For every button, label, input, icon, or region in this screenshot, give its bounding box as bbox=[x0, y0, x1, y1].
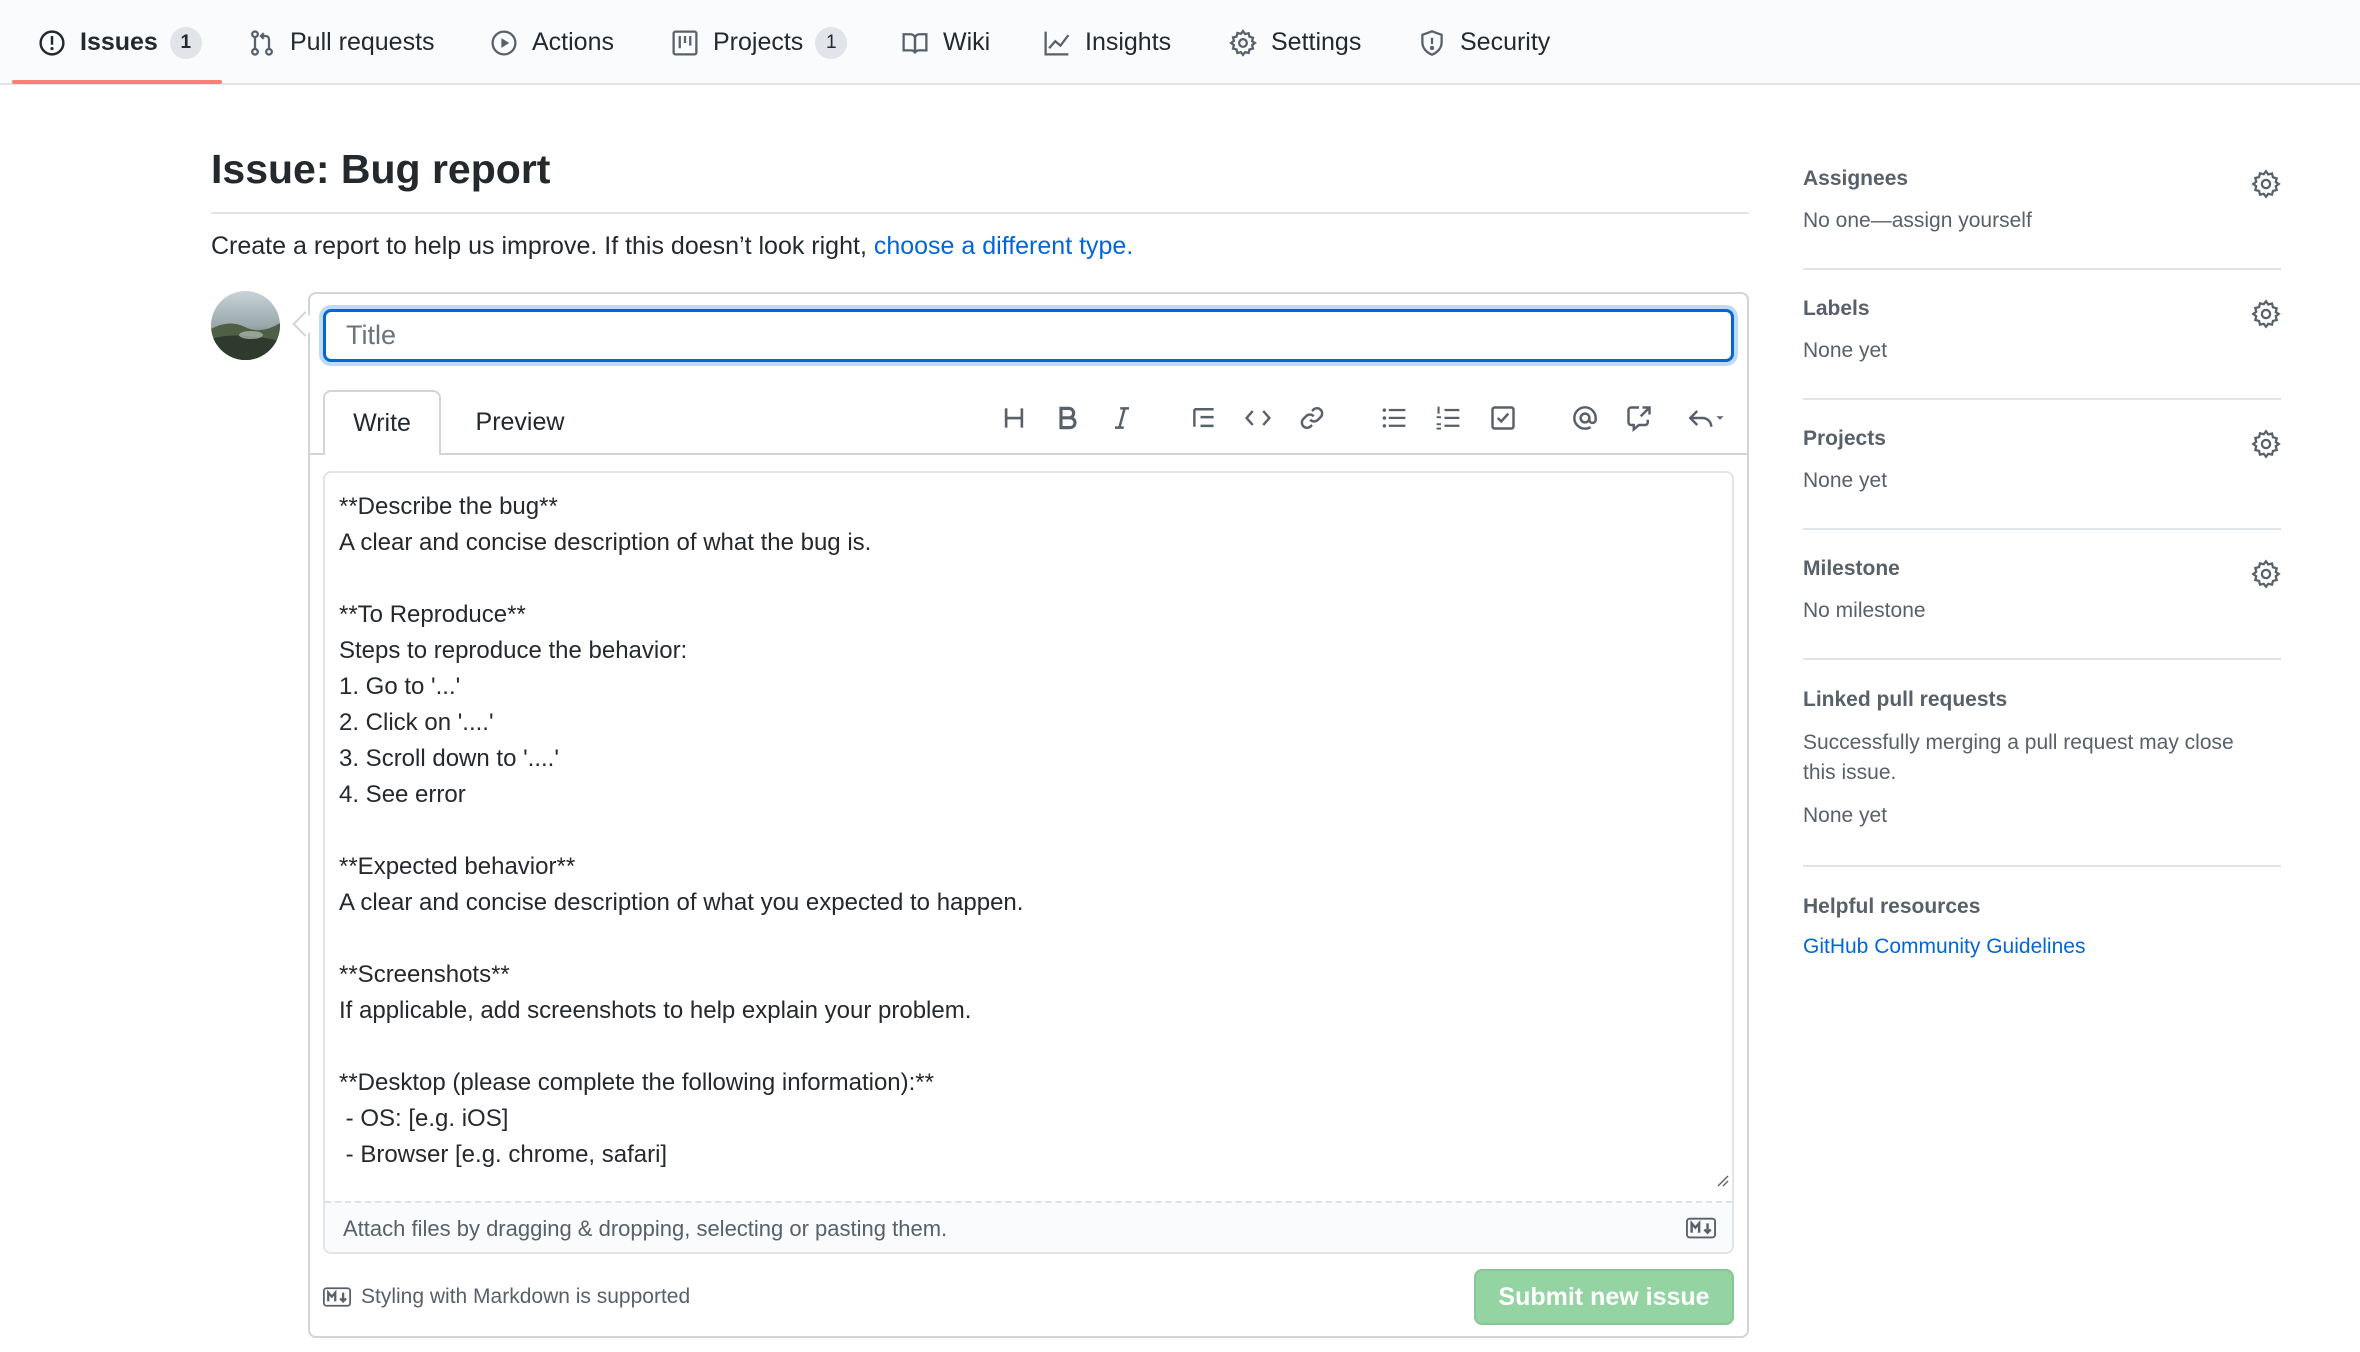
tab-wiki[interactable]: Wiki bbox=[901, 0, 990, 85]
link-icon[interactable] bbox=[1292, 398, 1332, 438]
tab-security-label: Security bbox=[1460, 28, 1551, 56]
issue-opened-icon bbox=[38, 29, 66, 57]
gear-icon[interactable] bbox=[2251, 169, 2281, 199]
graph-icon bbox=[1043, 29, 1071, 57]
linked-prs-description-line1: Successfully merging a pull request may … bbox=[1803, 731, 2234, 754]
sidebar-linked-pull-requests: Linked pull requests Successfully mergin… bbox=[1803, 688, 2281, 838]
sidebar-divider bbox=[1803, 268, 2281, 270]
tab-security[interactable]: Security bbox=[1418, 0, 1550, 85]
helpful-resources-heading: Helpful resources bbox=[1803, 895, 1981, 918]
resize-handle-icon[interactable] bbox=[1713, 1171, 1729, 1187]
avatar[interactable] bbox=[211, 291, 280, 360]
unordered-list-icon[interactable] bbox=[1374, 398, 1414, 438]
sidebar-helpful-resources: Helpful resources GitHub Community Guide… bbox=[1803, 895, 2281, 975]
tab-projects[interactable]: Projects 1 bbox=[671, 0, 848, 85]
milestone-value: No milestone bbox=[1803, 599, 1926, 622]
linked-prs-value: None yet bbox=[1803, 804, 1888, 827]
heading-icon[interactable] bbox=[994, 398, 1034, 438]
assignees-heading: Assignees bbox=[1803, 167, 1909, 190]
milestone-heading: Milestone bbox=[1803, 557, 1900, 580]
sidebar-projects: Projects None yet bbox=[1803, 427, 2281, 507]
tab-actions[interactable]: Actions bbox=[490, 0, 614, 85]
sidebar-divider bbox=[1803, 865, 2281, 867]
book-icon bbox=[901, 29, 929, 57]
sidebar-divider bbox=[1803, 528, 2281, 530]
choose-different-type-link[interactable]: choose a different type. bbox=[874, 232, 1133, 260]
tab-actions-label: Actions bbox=[532, 28, 614, 56]
project-icon bbox=[671, 29, 699, 57]
tab-write[interactable]: Write bbox=[323, 390, 441, 455]
linked-prs-heading: Linked pull requests bbox=[1803, 688, 2008, 711]
markdown-icon bbox=[323, 1287, 351, 1307]
tab-issues[interactable]: Issues 1 bbox=[38, 0, 202, 85]
markdown-icon bbox=[1686, 1217, 1716, 1239]
tab-preview[interactable]: Preview bbox=[452, 390, 588, 455]
page-title: Issue: Bug report bbox=[211, 146, 551, 192]
quote-icon[interactable] bbox=[1184, 398, 1224, 438]
projects-value: None yet bbox=[1803, 469, 1888, 492]
italic-icon[interactable] bbox=[1102, 398, 1142, 438]
attach-files-text: Attach files by dragging & dropping, sel… bbox=[343, 1215, 948, 1241]
play-icon bbox=[490, 29, 518, 57]
tab-pull-requests[interactable]: Pull requests bbox=[248, 0, 435, 85]
assignees-value[interactable]: No one—assign yourself bbox=[1803, 209, 2281, 233]
linked-prs-description-line2: this issue. bbox=[1803, 761, 1897, 784]
sidebar-divider bbox=[1803, 658, 2281, 660]
cross-reference-icon[interactable] bbox=[1619, 398, 1659, 438]
ordered-list-icon[interactable] bbox=[1428, 398, 1468, 438]
intro-text: Create a report to help us improve. If t… bbox=[211, 232, 874, 260]
git-pull-request-icon bbox=[248, 29, 276, 57]
tasklist-icon[interactable] bbox=[1483, 398, 1523, 438]
reply-icon[interactable] bbox=[1678, 398, 1734, 438]
code-icon[interactable] bbox=[1238, 398, 1278, 438]
issues-counter: 1 bbox=[169, 26, 202, 59]
projects-counter: 1 bbox=[815, 26, 848, 59]
attach-files-area[interactable]: Attach files by dragging & dropping, sel… bbox=[325, 1201, 1732, 1252]
gear-icon bbox=[1229, 28, 1257, 57]
sidebar-milestone: Milestone No milestone bbox=[1803, 557, 2281, 637]
template-intro: Create a report to help us improve. If t… bbox=[211, 232, 1133, 261]
gear-icon[interactable] bbox=[2251, 559, 2281, 589]
community-guidelines-link[interactable]: GitHub Community Guidelines bbox=[1803, 935, 2281, 959]
gear-icon[interactable] bbox=[2251, 299, 2281, 329]
tab-wiki-label: Wiki bbox=[943, 28, 991, 56]
markdown-supported-note[interactable]: Styling with Markdown is supported bbox=[323, 1282, 690, 1312]
issue-body-text[interactable]: **Describe the bug** A clear and concise… bbox=[339, 489, 1719, 1179]
submit-issue-button[interactable]: Submit new issue bbox=[1474, 1269, 1734, 1325]
labels-value: None yet bbox=[1803, 339, 1888, 362]
tab-insights-label: Insights bbox=[1085, 28, 1172, 56]
linked-prs-description: Successfully merging a pull request may … bbox=[1803, 728, 2281, 788]
markdown-note-text: Styling with Markdown is supported bbox=[361, 1285, 691, 1308]
issue-body-editor[interactable]: **Describe the bug** A clear and concise… bbox=[323, 471, 1734, 1254]
selected-tab-indicator bbox=[12, 80, 222, 84]
tab-projects-label: Projects bbox=[713, 28, 804, 56]
tab-issues-label: Issues bbox=[80, 28, 158, 56]
gear-icon[interactable] bbox=[2251, 429, 2281, 459]
mention-icon[interactable] bbox=[1565, 398, 1605, 438]
tab-settings[interactable]: Settings bbox=[1229, 0, 1361, 85]
shield-icon bbox=[1418, 29, 1446, 57]
sidebar-divider bbox=[1803, 398, 2281, 400]
tab-pull-requests-label: Pull requests bbox=[290, 28, 435, 56]
title-divider bbox=[211, 212, 1749, 214]
sidebar-labels: Labels None yet bbox=[1803, 297, 2281, 377]
bold-icon[interactable] bbox=[1048, 398, 1088, 438]
sidebar-assignees: Assignees No one—assign yourself bbox=[1803, 167, 2281, 247]
tab-insights[interactable]: Insights bbox=[1043, 0, 1171, 85]
projects-heading: Projects bbox=[1803, 427, 1886, 450]
issue-title-input[interactable] bbox=[323, 309, 1734, 362]
repo-nav: Issues 1 Pull requests Actions Projects … bbox=[0, 0, 2360, 85]
tab-settings-label: Settings bbox=[1271, 28, 1362, 56]
labels-heading: Labels bbox=[1803, 297, 1870, 320]
